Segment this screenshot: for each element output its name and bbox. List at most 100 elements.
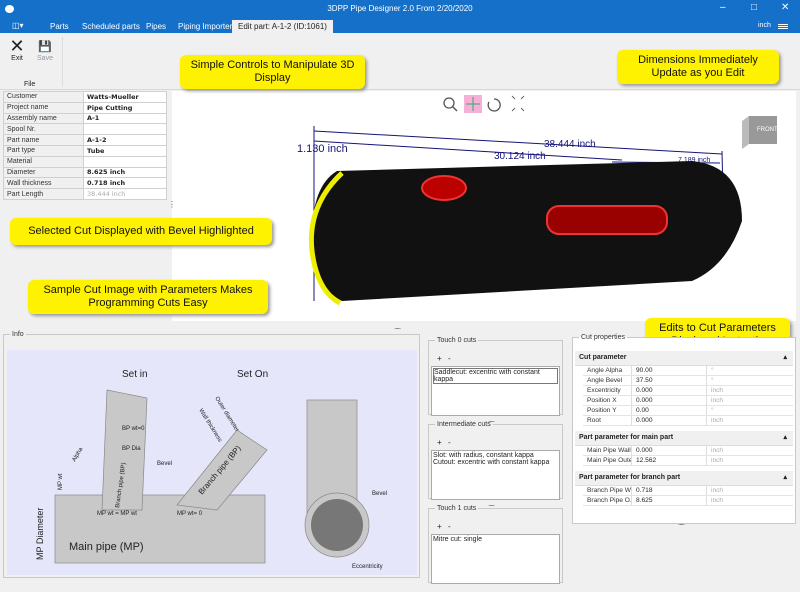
param-value[interactable]: 0.000: [632, 386, 707, 395]
view-cube-label: FRONT: [757, 127, 778, 133]
cutout: [422, 176, 466, 200]
cut-property-row[interactable]: Excentricity0.000inch: [583, 386, 793, 396]
dimension-total: 38.444 inch: [544, 139, 596, 150]
property-value[interactable]: Watts-Mueller: [84, 92, 167, 103]
tab-edit-part[interactable]: Edit part: A-1-2 (ID:1061): [232, 20, 333, 33]
cut-list-item[interactable]: Mitre cut: single: [433, 536, 558, 543]
wall-thickness-label: Wall thickness: [197, 408, 222, 444]
property-value[interactable]: 0.718 inch: [84, 178, 167, 189]
property-group-header[interactable]: Part parameter for branch part▴: [575, 471, 793, 486]
callout-sample-image: Sample Cut Image with Parameters Makes P…: [28, 280, 268, 314]
property-value[interactable]: A-1: [84, 113, 167, 124]
cut-property-row[interactable]: Main Pipe Oute...12.562inch: [583, 456, 793, 466]
zoom-icon[interactable]: [444, 98, 457, 111]
property-row[interactable]: Part nameA-1-2: [4, 135, 167, 146]
main-pipe-label: Main pipe (MP): [69, 541, 144, 553]
cut-list-item[interactable]: Slot: with radius, constant kappa: [433, 452, 558, 459]
remove-cut-button[interactable]: -: [448, 354, 451, 363]
property-group-header[interactable]: Cut parameter▴: [575, 351, 793, 366]
param-value[interactable]: 8.625: [632, 496, 707, 505]
ribbon-divider: [62, 37, 63, 87]
property-row[interactable]: Part typeTube: [4, 145, 167, 156]
set-on-label: Set On: [237, 369, 268, 380]
set-in-label: Set in: [122, 369, 148, 380]
param-value[interactable]: 0.00: [632, 406, 707, 415]
cut-property-row[interactable]: Root0.000inch: [583, 416, 793, 426]
property-row[interactable]: Diameter8.625 inch: [4, 167, 167, 178]
property-row[interactable]: Material: [4, 156, 167, 167]
param-name: Main Pipe Wall ...: [583, 446, 632, 455]
property-row[interactable]: CustomerWatts-Mueller: [4, 92, 167, 103]
property-row[interactable]: Part Length38.444 inch: [4, 189, 167, 200]
property-value[interactable]: 8.625 inch: [84, 167, 167, 178]
tab-parts[interactable]: Parts: [44, 20, 75, 33]
maximize-button[interactable]: □: [751, 2, 757, 13]
callout-selected-cut: Selected Cut Displayed with Bevel Highli…: [10, 218, 272, 245]
property-value[interactable]: Tube: [84, 145, 167, 156]
bp-wt0-label: BP wt=0: [122, 426, 145, 432]
param-value[interactable]: 0.000: [632, 416, 707, 425]
cut-list-item[interactable]: Saddlecut: excentric with constant kappa: [433, 368, 558, 384]
param-name: Main Pipe Oute...: [583, 456, 632, 465]
collapse-icon[interactable]: ▴: [783, 473, 787, 481]
tab-pipes[interactable]: Pipes: [140, 20, 172, 33]
cut-property-row[interactable]: Main Pipe Wall ...0.000inch: [583, 446, 793, 456]
property-row[interactable]: Assembly nameA-1: [4, 113, 167, 124]
cut-property-row[interactable]: Position Y0.00°: [583, 406, 793, 416]
property-label: Wall thickness: [4, 178, 84, 189]
collapse-icon[interactable]: ▴: [783, 433, 787, 441]
remove-cut-button[interactable]: -: [448, 522, 451, 531]
file-group-label: File: [24, 81, 35, 88]
cut-property-row[interactable]: Position X0.000inch: [583, 396, 793, 406]
cut-list-title: Touch 1 cuts: [435, 505, 478, 512]
remove-cut-button[interactable]: -: [448, 438, 451, 447]
vertical-splitter[interactable]: ⋮: [168, 200, 175, 209]
add-cut-button[interactable]: +: [437, 354, 442, 363]
property-label: Diameter: [4, 167, 84, 178]
property-value[interactable]: [84, 124, 167, 135]
param-value[interactable]: 0.718: [632, 486, 707, 495]
property-value[interactable]: Pipe Cutting: [84, 102, 167, 113]
collapse-icon[interactable]: ▴: [783, 353, 787, 361]
cut-property-row[interactable]: Angle Bevel37.50°: [583, 376, 793, 386]
property-value[interactable]: 38.444 inch: [84, 189, 167, 200]
add-cut-button[interactable]: +: [437, 438, 442, 447]
close-button[interactable]: ✕: [781, 2, 789, 13]
horizontal-splitter[interactable]: .....: [394, 322, 400, 331]
cut-property-row[interactable]: Angle Alpha90.00°: [583, 366, 793, 376]
property-row[interactable]: Spool Nr.: [4, 124, 167, 135]
param-name: Angle Bevel: [583, 376, 632, 385]
param-value[interactable]: 12.562: [632, 456, 707, 465]
property-group-header[interactable]: Part parameter for main part ▴: [575, 431, 793, 446]
property-row[interactable]: Project namePipe Cutting: [4, 102, 167, 113]
property-value[interactable]: [84, 156, 167, 167]
property-row[interactable]: Wall thickness0.718 inch: [4, 178, 167, 189]
tab-piping-importer[interactable]: Piping Importer: [172, 20, 238, 33]
minimize-button[interactable]: –: [720, 2, 726, 13]
param-unit: inch: [707, 496, 727, 505]
param-value[interactable]: 0.000: [632, 396, 707, 405]
property-value[interactable]: A-1-2: [84, 135, 167, 146]
add-cut-button[interactable]: +: [437, 522, 442, 531]
param-value[interactable]: 37.50: [632, 376, 707, 385]
exit-button[interactable]: ✕ Exit: [6, 37, 28, 62]
cut-properties-splitter[interactable]: .....: [678, 518, 684, 527]
cut-properties-panel: Cut properties Cut parameter▴Angle Alpha…: [572, 334, 796, 524]
cut-list[interactable]: Mitre cut: single: [431, 534, 560, 584]
param-unit: inch: [707, 386, 727, 395]
save-button[interactable]: 💾 Save: [34, 39, 56, 62]
menu-dropdown[interactable]: ◫▾: [12, 21, 24, 30]
title-bar: 3DPP Pipe Designer 2.0 From 2/20/2020 – …: [0, 0, 800, 33]
cut-list[interactable]: Saddlecut: excentric with constant kappa: [431, 366, 560, 416]
param-value[interactable]: 0.000: [632, 446, 707, 455]
cut-list[interactable]: Slot: with radius, constant kappaCutout:…: [431, 450, 560, 500]
tab-scheduled-parts[interactable]: Scheduled parts: [76, 20, 146, 33]
param-value[interactable]: 90.00: [632, 366, 707, 375]
property-label: Part name: [4, 135, 84, 146]
unit-label[interactable]: inch: [758, 22, 771, 29]
cut-list-item[interactable]: Cutout: excentric with constant kappa: [433, 459, 558, 466]
language-flag-icon[interactable]: [778, 23, 788, 29]
group-name: Part parameter for main part: [579, 434, 673, 441]
cut-property-row[interactable]: Branch Pipe W...0.718inch: [583, 486, 793, 496]
cut-property-row[interactable]: Branch Pipe O...8.625inch: [583, 496, 793, 506]
